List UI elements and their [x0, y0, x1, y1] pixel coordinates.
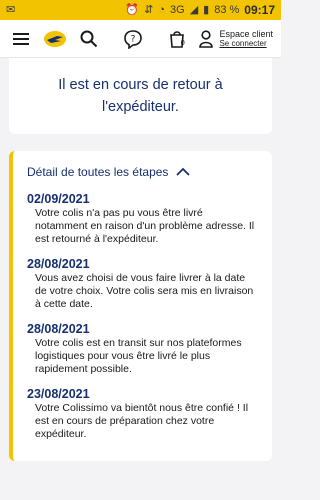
status-bar: ✉ ⏰ ⇵ ◔ 3G ◢ ▮ 83 % 09:17 [0, 0, 281, 20]
vibrate-icon: ⇵ [144, 3, 154, 16]
step-description: Votre colis est en transit sur nos plate… [35, 337, 242, 375]
clock-time: 09:17 [244, 3, 275, 17]
signal-icon: ◢ [189, 3, 199, 16]
tracking-step: 23/08/2021 Votre Colissimo va bientôt no… [27, 387, 258, 441]
account-text: Espace client Se connecter [219, 29, 273, 49]
tracking-step: 02/09/2021 Votre colis n'a pas pu vous ê… [27, 192, 258, 246]
return-status-card: Il est en cours de retour à l'expéditeur… [9, 58, 272, 134]
account-title: Espace client [219, 28, 273, 39]
la-poste-logo-icon[interactable] [40, 26, 70, 52]
steps-title: Détail de toutes les étapes [27, 165, 169, 179]
tracking-step: 28/08/2021 Vous avez choisi de vous fair… [27, 257, 258, 311]
login-link[interactable]: Se connecter [219, 39, 273, 48]
svg-text:0: 0 [181, 39, 185, 47]
status-bar-right: ⏰ ⇵ ◔ 3G ◢ ▮ 83 % 09:17 [125, 3, 275, 17]
network-type: 3G [170, 4, 185, 16]
user-icon [199, 29, 214, 48]
search-icon[interactable] [76, 26, 102, 52]
step-date: 02/09/2021 [27, 192, 90, 206]
cart-icon[interactable]: 0 [164, 26, 190, 52]
alarm-icon: ⏰ [125, 3, 140, 16]
chevron-up-icon [176, 167, 191, 176]
return-status-message: Il est en cours de retour à l'expéditeur… [58, 77, 223, 115]
status-bar-left: ✉ [6, 3, 16, 16]
battery-percent: 83 % [214, 4, 240, 16]
svg-text:?: ? [131, 34, 136, 44]
menu-icon[interactable] [8, 26, 34, 52]
steps-toggle[interactable]: Détail de toutes les étapes [27, 165, 258, 179]
wifi-icon: ◔ [158, 3, 165, 16]
help-icon[interactable]: ? [120, 26, 146, 52]
battery-icon: ▮ [203, 3, 210, 16]
tracking-steps-card: Détail de toutes les étapes 02/09/2021 V… [9, 151, 272, 461]
step-date: 28/08/2021 [27, 257, 90, 271]
account-area[interactable]: Espace client Se connecter [199, 29, 273, 49]
step-description: Votre colis n'a pas pu vous être livré n… [35, 207, 255, 245]
notification-icon: ✉ [6, 3, 16, 16]
step-description: Vous avez choisi de vous faire livrer à … [35, 272, 254, 310]
step-description: Votre Colissimo va bientôt nous être con… [35, 402, 249, 440]
app-header: ? 0 Espace client Se connecter [0, 20, 281, 58]
step-date: 28/08/2021 [27, 322, 90, 336]
step-date: 23/08/2021 [27, 387, 90, 401]
tracking-step: 28/08/2021 Votre colis est en transit su… [27, 322, 258, 376]
